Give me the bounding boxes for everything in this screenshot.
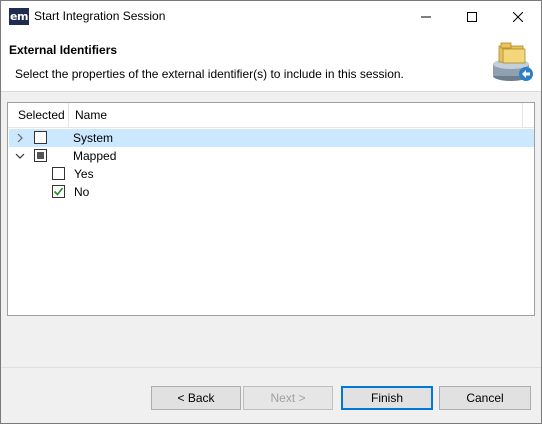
tree-row-yes[interactable]: Yes	[9, 165, 534, 183]
checkbox-system[interactable]	[34, 131, 47, 144]
close-button[interactable]	[495, 1, 541, 32]
checkmark-icon	[53, 187, 64, 196]
checkbox-yes[interactable]	[52, 167, 65, 180]
table-header: Selected Name	[8, 103, 534, 128]
close-icon	[513, 11, 523, 22]
minimize-button[interactable]	[403, 1, 449, 32]
page-description: Select the properties of the external id…	[15, 67, 404, 81]
title-bar: em Start Integration Session	[1, 1, 541, 32]
maximize-button[interactable]	[449, 1, 495, 32]
window-title: Start Integration Session	[34, 9, 166, 23]
app-icon: em	[9, 8, 29, 25]
chevron-down-icon	[15, 153, 25, 159]
expand-chevron[interactable]	[15, 132, 25, 144]
tree-row-no[interactable]: No	[9, 183, 534, 201]
chevron-right-icon	[17, 133, 23, 143]
checkbox-mapped[interactable]	[34, 149, 47, 162]
tree-row-mapped[interactable]: Mapped	[9, 147, 534, 165]
database-folder-icon	[493, 42, 533, 81]
back-button[interactable]: < Back	[151, 386, 241, 410]
dialog-window: em Start Integration Session External Id…	[0, 0, 542, 424]
row-label-yes: Yes	[74, 167, 94, 181]
maximize-icon	[467, 11, 477, 22]
row-label-system: System	[73, 131, 114, 145]
footer-separator	[1, 367, 541, 368]
row-label-no: No	[74, 185, 90, 199]
cancel-button[interactable]: Cancel	[439, 386, 531, 410]
wizard-banner: External Identifiers Select the properti…	[1, 32, 541, 92]
column-header-name[interactable]: Name	[70, 103, 523, 127]
row-label-mapped: Mapped	[73, 149, 117, 163]
tree-row-system[interactable]: System	[9, 129, 534, 147]
checkbox-no[interactable]	[52, 185, 65, 198]
finish-button[interactable]: Finish	[341, 386, 433, 410]
minimize-icon	[421, 16, 431, 17]
identifier-tree-table[interactable]: Selected Name System Mapped Yes No	[7, 102, 535, 316]
collapse-chevron[interactable]	[15, 150, 25, 162]
column-header-selected[interactable]: Selected	[8, 103, 69, 127]
next-button[interactable]: Next >	[243, 386, 333, 410]
page-title: External Identifiers	[9, 43, 118, 57]
